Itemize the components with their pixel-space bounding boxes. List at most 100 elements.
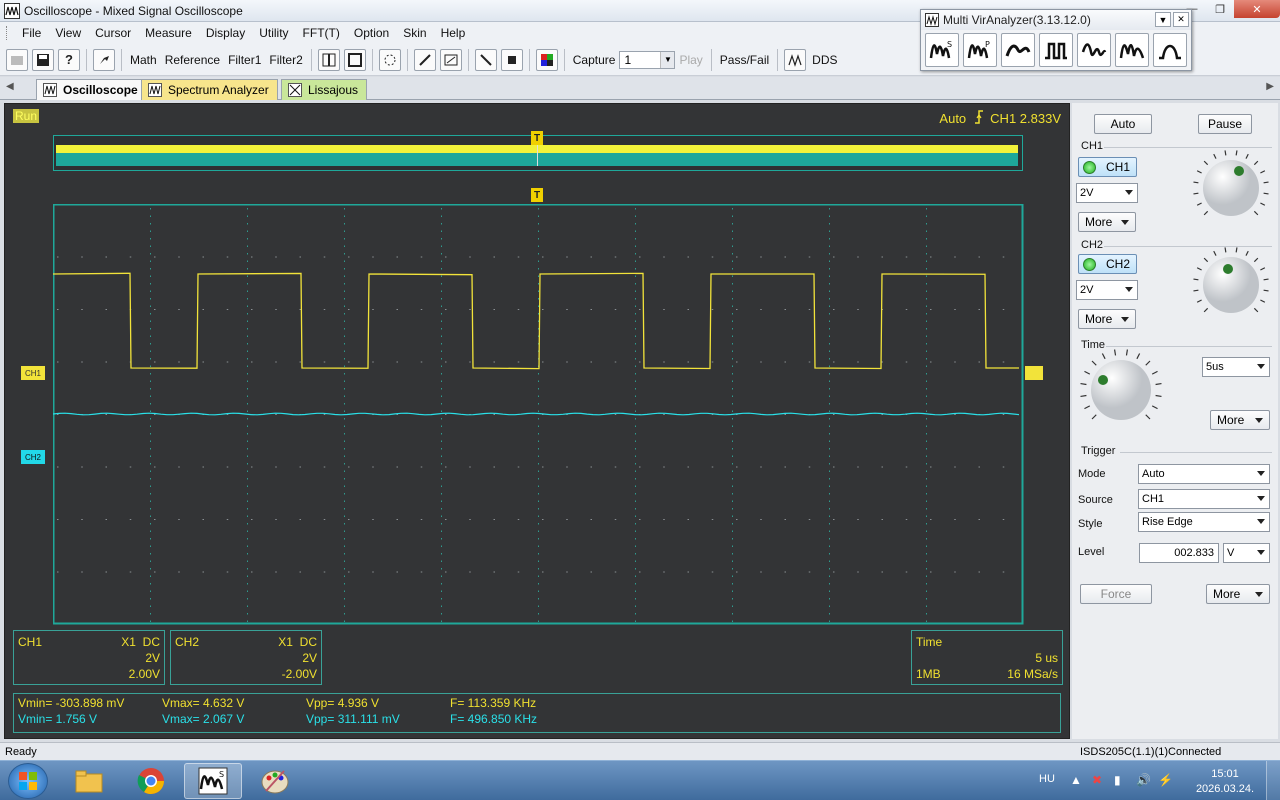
timebase-select[interactable]: 5us xyxy=(1202,357,1270,377)
pause-button[interactable]: Pause xyxy=(1198,114,1252,134)
ch2-more-button[interactable]: More xyxy=(1078,309,1136,329)
ch2-enable-button[interactable]: CH2 xyxy=(1078,254,1137,274)
probe-icon[interactable] xyxy=(414,49,436,71)
tab-scroll-left-icon[interactable]: ◀ xyxy=(6,81,14,92)
menu-skin[interactable]: Skin xyxy=(396,22,433,44)
menu-view[interactable]: View xyxy=(48,22,88,44)
chevron-down-icon xyxy=(1255,592,1263,597)
force-trigger-button[interactable]: Force xyxy=(1080,584,1152,604)
oscilloscope-tool-icon[interactable]: S xyxy=(925,33,959,67)
menu-measure[interactable]: Measure xyxy=(138,22,199,44)
ch2-offset-marker[interactable]: CH2 xyxy=(21,450,45,464)
time-info-box[interactable]: Time 5 us 1MB 16 MSa/s xyxy=(911,630,1063,685)
overview-trigger-marker[interactable]: T xyxy=(531,131,543,145)
trigger-level-unit-select[interactable]: V xyxy=(1223,543,1270,563)
measurement-panel: Vmin= -303.898 mV Vmax= 4.632 V Vpp= 4.9… xyxy=(13,693,1061,733)
split-view-icon[interactable] xyxy=(318,49,340,71)
restore-button[interactable]: ❐ xyxy=(1206,0,1234,18)
chevron-down-icon xyxy=(1121,317,1129,322)
chevron-down-icon[interactable]: ▼ xyxy=(660,52,674,68)
close-button[interactable]: ✕ xyxy=(1234,0,1280,18)
help-icon[interactable]: ? xyxy=(58,49,80,71)
show-desktop-button[interactable] xyxy=(1266,761,1280,800)
run-status-badge[interactable]: Run xyxy=(13,109,39,123)
menu-option[interactable]: Option xyxy=(347,22,396,44)
menu-help[interactable]: Help xyxy=(434,22,473,44)
taskbar-explorer[interactable] xyxy=(60,763,118,799)
auto-button[interactable]: Auto xyxy=(1094,114,1152,134)
chevron-down-icon xyxy=(1257,364,1265,369)
menu-file[interactable]: File xyxy=(15,22,48,44)
pass-fail-button[interactable]: Pass/Fail xyxy=(716,53,773,67)
ch2-volts-select[interactable]: 2V xyxy=(1076,280,1138,300)
filter1-button[interactable]: Filter1 xyxy=(224,53,265,67)
stop-icon[interactable] xyxy=(501,49,523,71)
menu-display[interactable]: Display xyxy=(199,22,252,44)
trigger-section-label: Trigger xyxy=(1081,445,1115,457)
trigger-source-select[interactable]: CH1 xyxy=(1138,489,1270,509)
ch1-info-box[interactable]: CH1 X1 DC 2V 2.00V xyxy=(13,630,165,685)
signal-icon[interactable]: ▮ xyxy=(1114,773,1121,787)
timebase-knob[interactable] xyxy=(1077,346,1165,434)
bode-tool-icon[interactable] xyxy=(1153,33,1187,67)
menu-utility[interactable]: Utility xyxy=(252,22,295,44)
persistence-icon[interactable] xyxy=(379,49,401,71)
multimeter-tool-icon[interactable] xyxy=(1115,33,1149,67)
spectrum-tool-icon[interactable]: P xyxy=(963,33,997,67)
network-error-icon[interactable]: ✖ xyxy=(1092,773,1102,787)
reference-button[interactable]: Reference xyxy=(161,53,224,67)
trigger-style-select[interactable]: Rise Edge xyxy=(1138,512,1270,532)
pulse-tool-icon[interactable] xyxy=(1039,33,1073,67)
taskbar-chrome[interactable] xyxy=(122,763,180,799)
tab-spectrum-analyzer[interactable]: Spectrum Analyzer xyxy=(141,79,278,100)
trigger-mode-select[interactable]: Auto xyxy=(1138,464,1270,484)
dds-icon[interactable] xyxy=(784,49,806,71)
recorder-tool-icon[interactable] xyxy=(1001,33,1035,67)
dds-button[interactable]: DDS xyxy=(808,53,841,67)
volume-icon[interactable]: 🔊 xyxy=(1136,773,1151,787)
ch2-info-box[interactable]: CH2 X1 DC 2V -2.00V xyxy=(170,630,322,685)
menu-fft[interactable]: FFT(T) xyxy=(296,22,347,44)
trigger-level-marker[interactable] xyxy=(1025,366,1043,380)
trigger-level-input[interactable]: 002.833 xyxy=(1139,543,1219,563)
spectrum-tab-icon xyxy=(148,83,162,97)
taskbar-oscilloscope[interactable]: S xyxy=(184,763,242,799)
time-more-button[interactable]: More xyxy=(1210,410,1270,430)
trigger-more-button[interactable]: More xyxy=(1206,584,1270,604)
ch1-enable-button[interactable]: CH1 xyxy=(1078,157,1137,177)
ch1-volts-select[interactable]: 2V xyxy=(1076,183,1138,203)
input-language[interactable]: HU xyxy=(1039,773,1055,785)
color-palette-icon[interactable] xyxy=(536,49,558,71)
chevron-down-icon[interactable]: ▼ xyxy=(1155,12,1171,27)
open-icon[interactable] xyxy=(6,49,28,71)
filter2-button[interactable]: Filter2 xyxy=(265,53,306,67)
cursor-line-icon[interactable] xyxy=(475,49,497,71)
single-view-icon[interactable] xyxy=(344,49,366,71)
folder-icon xyxy=(74,768,104,794)
taskbar-paint[interactable] xyxy=(246,763,304,799)
ch1-more-button[interactable]: More xyxy=(1078,212,1136,232)
tab-oscilloscope[interactable]: Oscilloscope xyxy=(36,79,147,100)
ch2-position-knob[interactable] xyxy=(1190,244,1272,326)
trigger-position-marker[interactable]: T xyxy=(531,188,543,202)
oscilloscope-app-icon xyxy=(4,3,20,19)
chevron-up-icon[interactable]: ▲ xyxy=(1070,773,1082,787)
tab-lissajous[interactable]: Lissajous xyxy=(281,79,367,100)
close-icon[interactable]: ✕ xyxy=(1173,12,1189,27)
capture-count-select[interactable]: 1 ▼ xyxy=(619,51,675,69)
math-button[interactable]: Math xyxy=(126,53,161,67)
menu-cursor[interactable]: Cursor xyxy=(88,22,138,44)
ch1-vmax: Vmax= 4.632 V xyxy=(162,696,244,710)
clock[interactable]: 15:01 2026.03.24. xyxy=(1195,767,1255,797)
play-button[interactable]: Play xyxy=(675,53,706,67)
wave-tool-icon[interactable] xyxy=(1077,33,1111,67)
waveform-grid[interactable] xyxy=(53,204,1025,626)
screenshot-icon[interactable] xyxy=(440,49,462,71)
ch1-position-knob[interactable] xyxy=(1190,147,1272,229)
tab-scroll-right-icon[interactable]: ▶ xyxy=(1266,81,1274,92)
power-icon[interactable]: ⚡ xyxy=(1158,773,1173,787)
settings-tool-icon[interactable] xyxy=(93,49,115,71)
ch1-offset-marker[interactable]: CH1 xyxy=(21,366,45,380)
start-button[interactable] xyxy=(8,763,48,799)
save-icon[interactable] xyxy=(32,49,54,71)
